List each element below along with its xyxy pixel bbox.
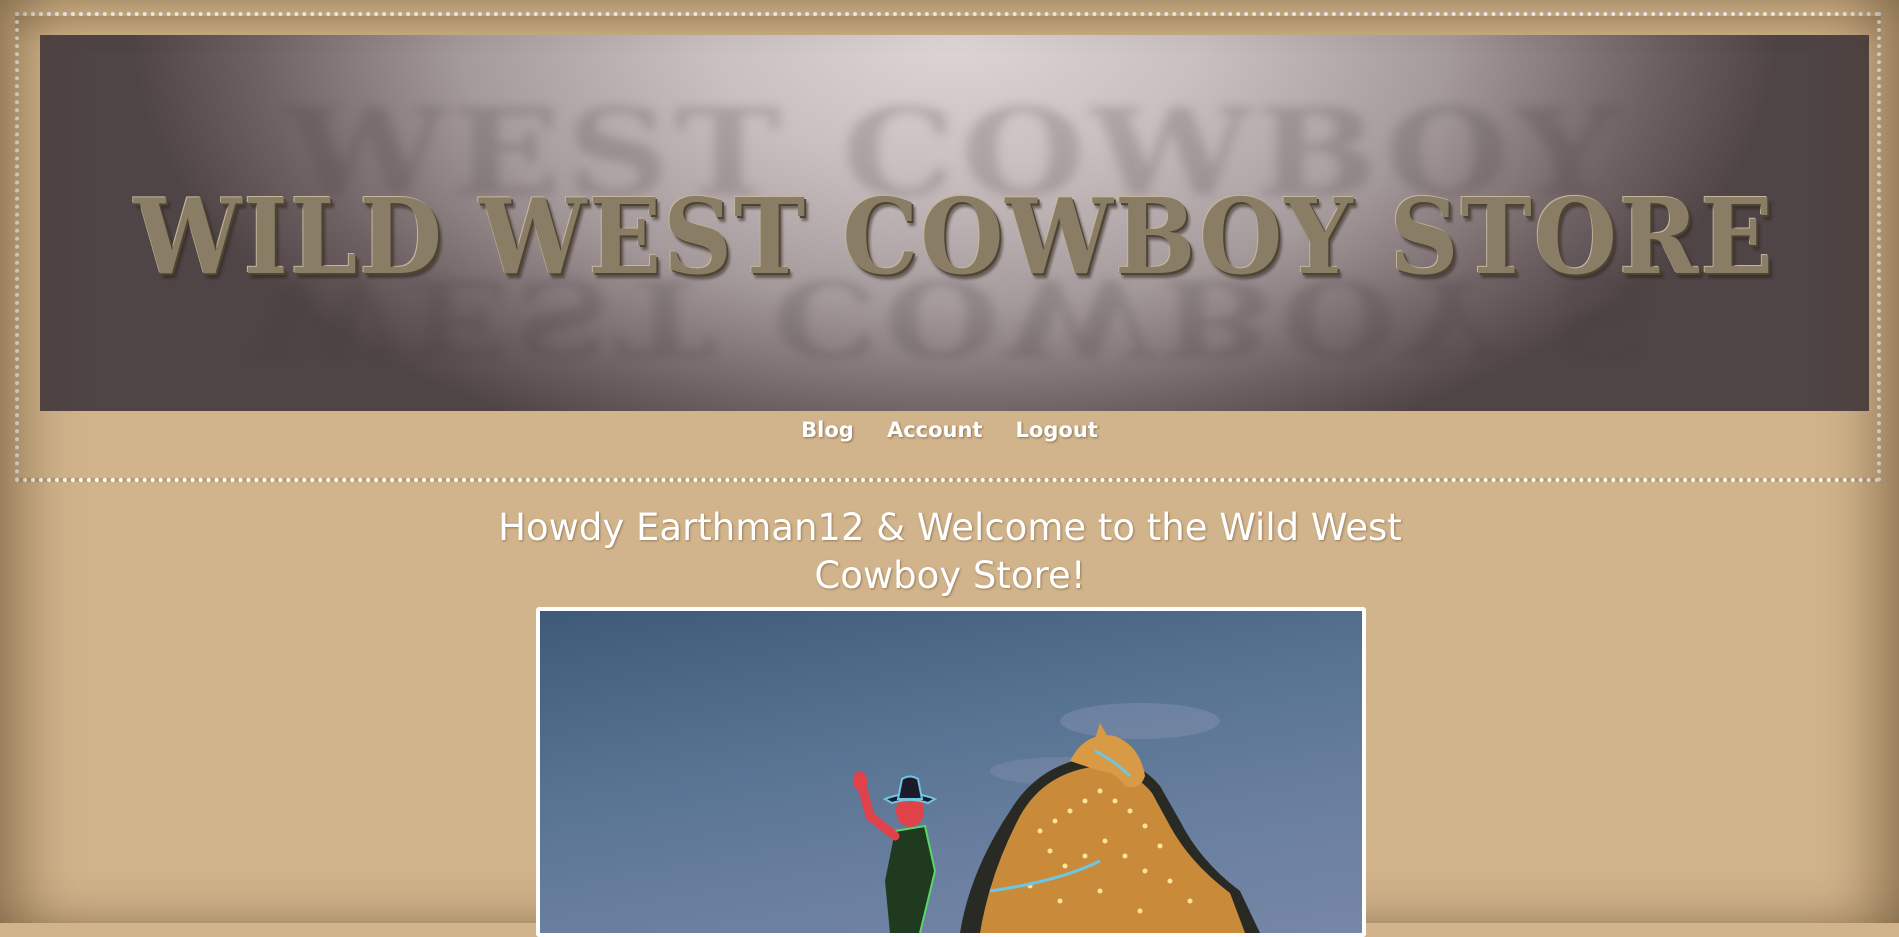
nav-link-blog[interactable]: Blog bbox=[801, 418, 854, 442]
welcome-heading: Howdy Earthman12 & Welcome to the Wild W… bbox=[498, 506, 1402, 597]
banner-title: WILD WEST COWBOY STORE bbox=[134, 175, 1775, 298]
site-banner: WEST COWBOY WEST COWBOY S WILD WEST COWB… bbox=[40, 35, 1869, 411]
main-nav: Blog Account Logout bbox=[0, 418, 1899, 442]
nav-link-logout[interactable]: Logout bbox=[1016, 418, 1098, 442]
nav-link-account[interactable]: Account bbox=[887, 418, 983, 442]
header-frame: WEST COWBOY WEST COWBOY S WILD WEST COWB… bbox=[15, 12, 1881, 482]
neon-cowboy-illustration bbox=[853, 703, 1260, 933]
hero-photo bbox=[536, 607, 1366, 937]
